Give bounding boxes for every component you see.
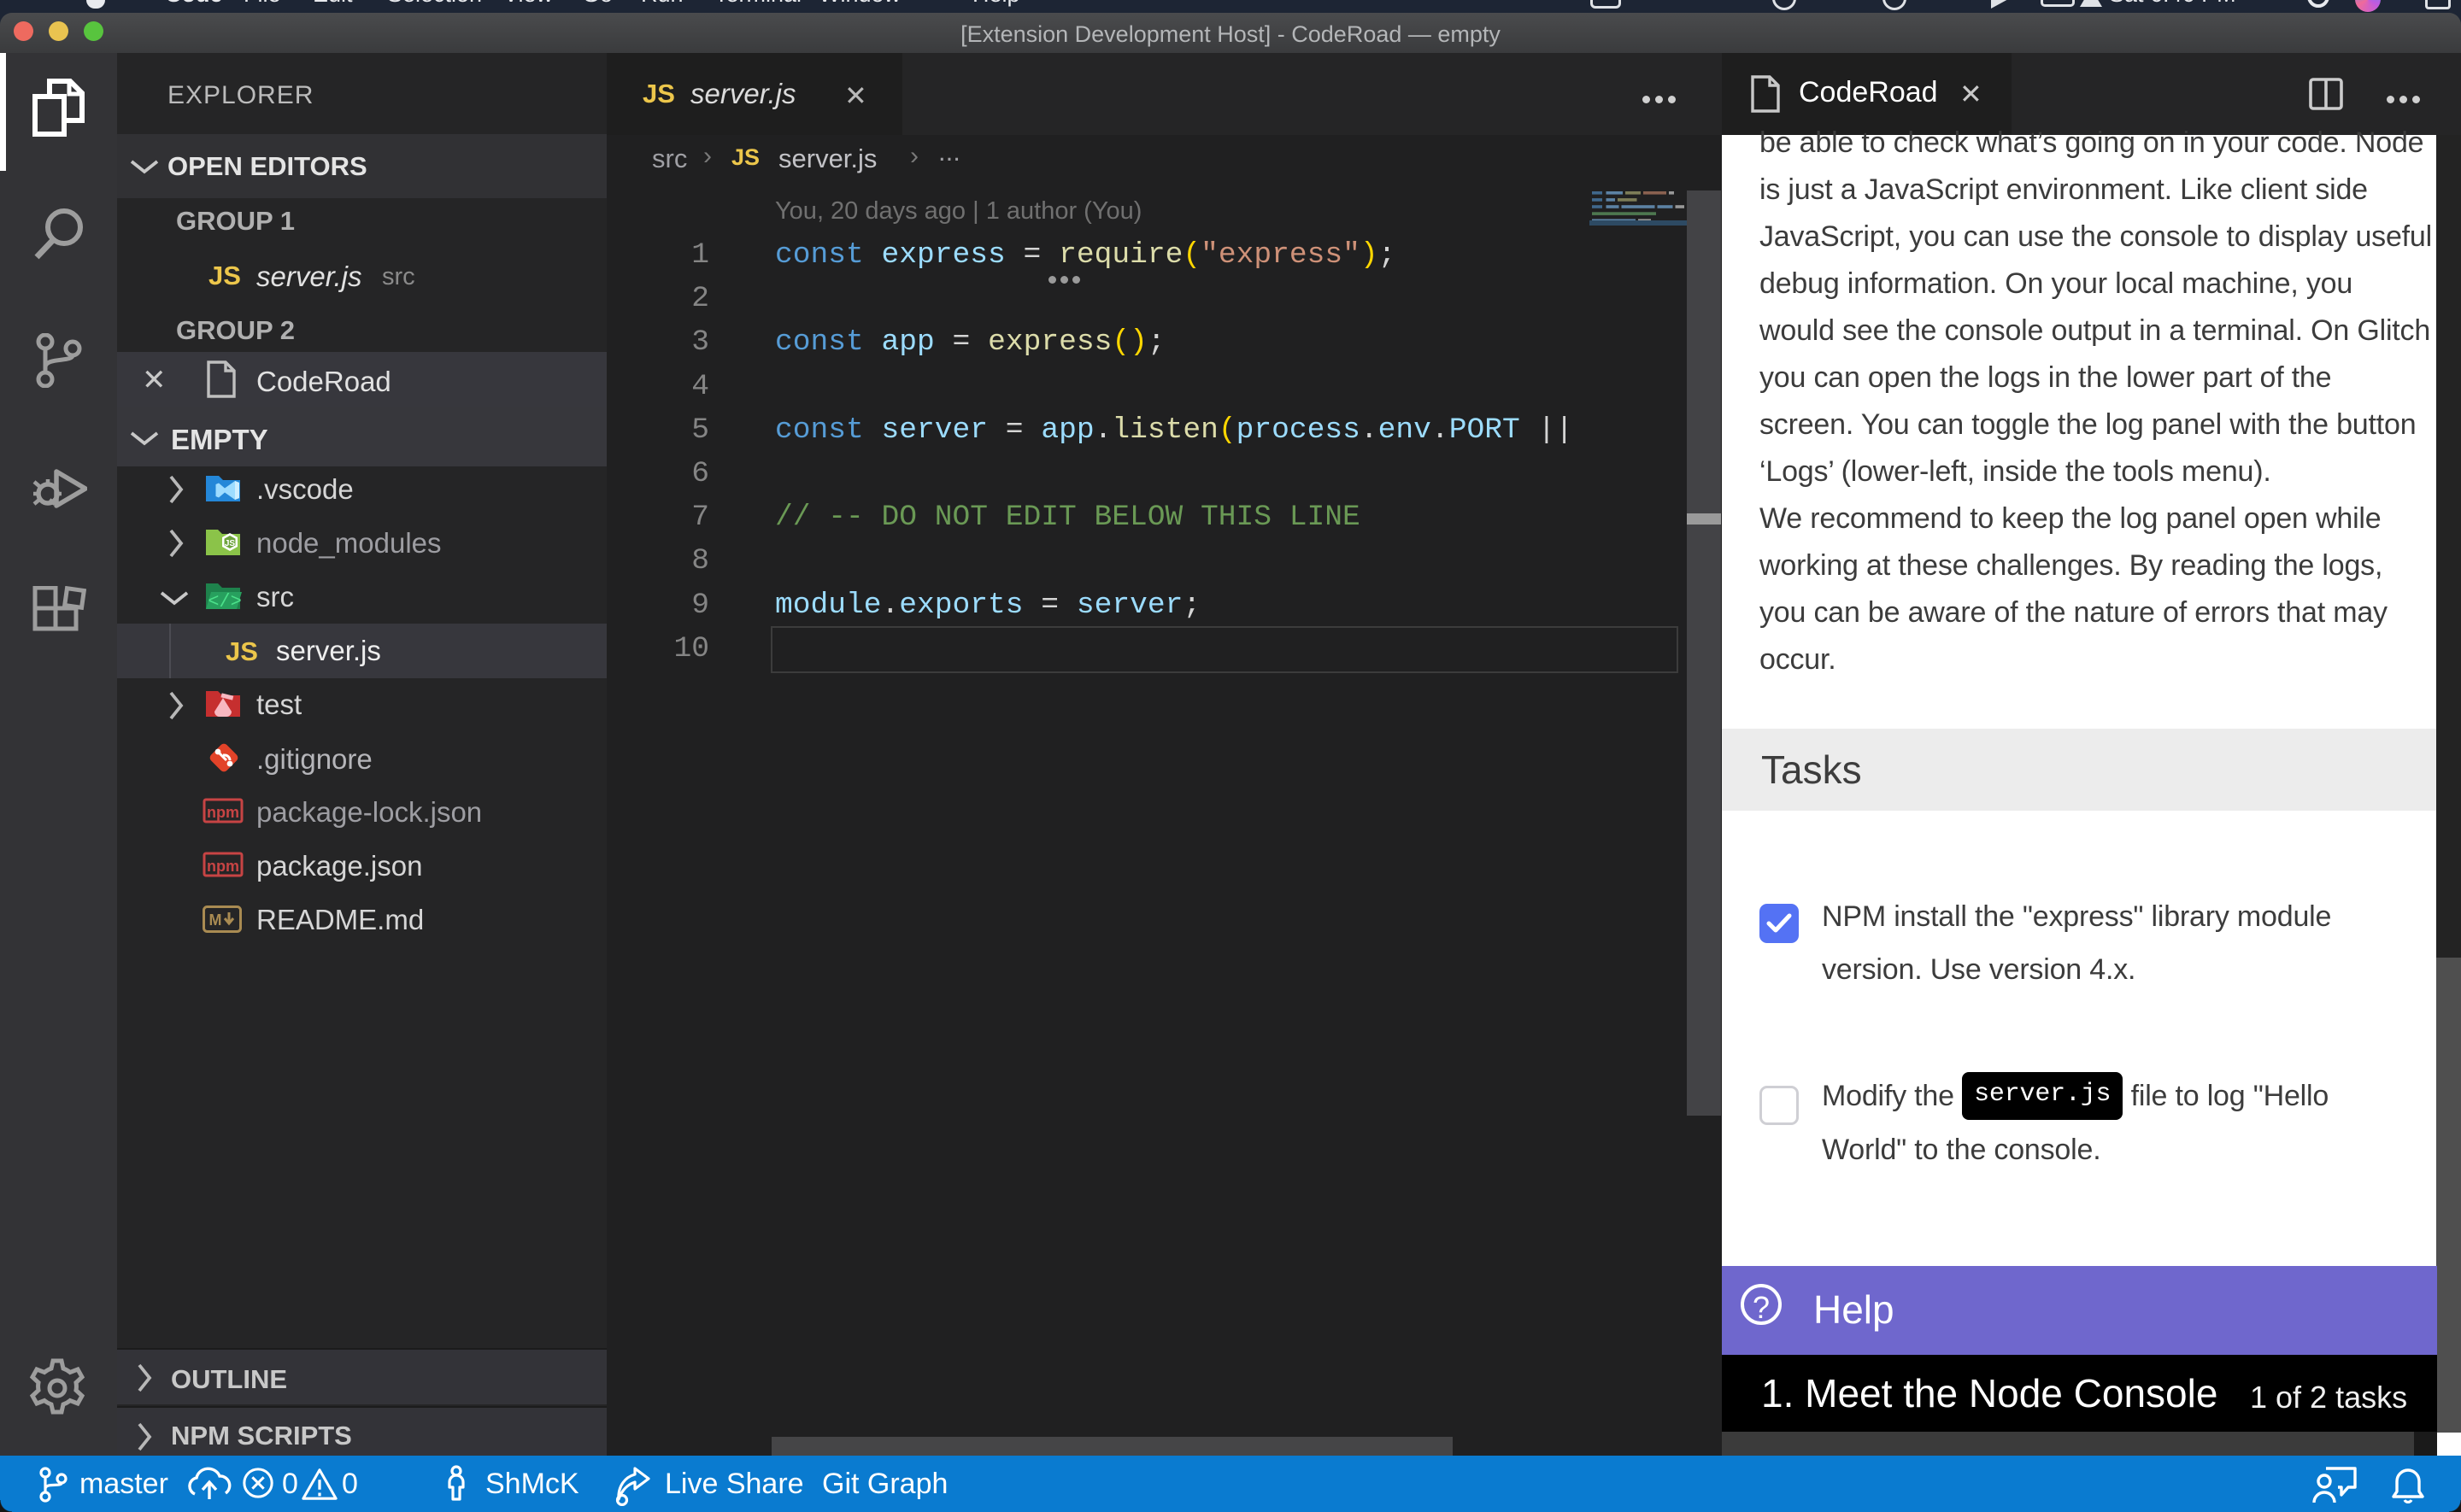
svg-text:JS: JS (225, 539, 236, 548)
svg-text:M: M (209, 911, 222, 929)
svg-text:</>: </> (208, 591, 242, 612)
svg-text:npm: npm (207, 858, 239, 875)
svg-text:npm: npm (207, 804, 239, 821)
